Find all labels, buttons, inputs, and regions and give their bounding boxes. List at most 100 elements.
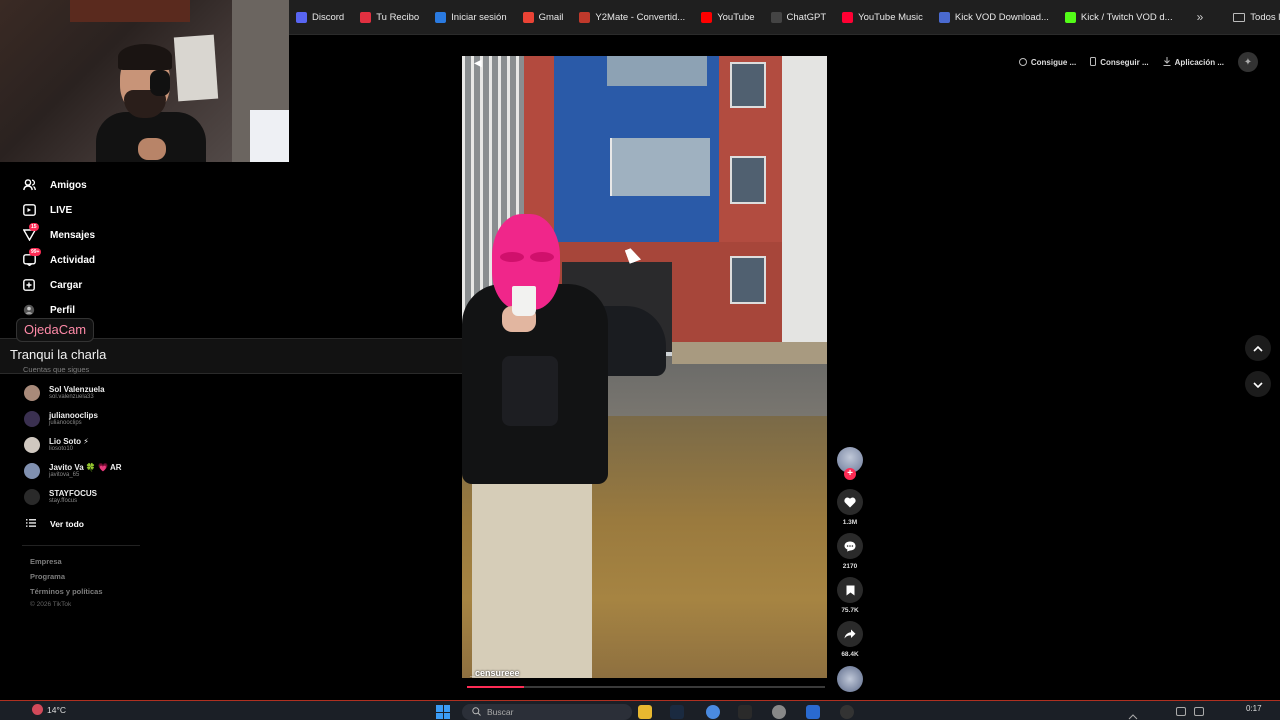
save-count: 75.7K	[841, 607, 859, 614]
phone-icon	[1090, 56, 1097, 68]
chrome-icon[interactable]	[706, 705, 720, 719]
list-icon	[26, 519, 36, 529]
account-handle: julianooclips	[49, 420, 82, 426]
chatgpt-icon	[770, 11, 782, 23]
footer-link-terms[interactable]: Términos y políticas	[30, 587, 103, 596]
avatar	[24, 463, 40, 479]
all-bookmarks-folder[interactable]: Todos los marcadores	[1225, 0, 1280, 34]
avatar	[24, 437, 40, 453]
webcam-headset	[150, 70, 170, 96]
webcam-streamer-hand	[138, 138, 166, 160]
sidebar-item-profile[interactable]: Perfil	[22, 303, 75, 317]
chevron-up-icon[interactable]	[1128, 707, 1138, 720]
share-count: 68.4K	[841, 651, 859, 658]
overlay-name: OjedaCam	[16, 318, 95, 342]
video-mask-eye	[530, 252, 554, 262]
profile-icon	[22, 303, 36, 317]
save-button[interactable]: 75.7K	[836, 577, 864, 614]
bookmark-chatgpt[interactable]: ChatGPT	[763, 0, 835, 34]
divider	[22, 545, 140, 546]
bookmark-kick[interactable]: Kick / Twitch VOD d...	[1057, 0, 1181, 34]
bookmark-label: Gmail	[538, 11, 564, 23]
bookmark-icon	[360, 11, 372, 23]
video-window	[607, 56, 707, 86]
follow-plus-icon[interactable]: +	[844, 468, 856, 480]
previous-video-button[interactable]	[1245, 335, 1271, 361]
bookmark-gmail[interactable]: Gmail	[515, 0, 572, 34]
like-button[interactable]: 1.3M	[836, 489, 864, 526]
divider	[288, 34, 1280, 35]
epic-games-icon[interactable]	[738, 705, 752, 719]
sidebar-item-upload[interactable]: Cargar	[22, 278, 82, 292]
weather-icon	[32, 704, 43, 715]
weather-widget[interactable]: 14°C	[32, 704, 66, 715]
live-icon	[22, 203, 36, 217]
sidebar-item-label: Mensajes	[50, 229, 96, 241]
following-heading: Cuentas que sigues	[23, 365, 90, 374]
bookmark-youtube-music[interactable]: YouTube Music	[834, 0, 931, 34]
avatar	[24, 489, 40, 505]
app-icon[interactable]	[840, 705, 854, 719]
desktop-app-button[interactable]: Aplicación ...	[1163, 56, 1224, 68]
sidebar-item-label: Actividad	[50, 254, 96, 266]
followed-account[interactable]: Lio Soto ⚡ liosoto10	[24, 437, 89, 453]
sidebar	[0, 162, 288, 700]
y2mate-icon	[579, 11, 591, 23]
get-app-button[interactable]: Conseguir ...	[1090, 56, 1149, 68]
bookmark-label: YouTube	[717, 11, 755, 23]
followed-account[interactable]: Sol Valenzuela sol.valenzuela33	[24, 385, 105, 401]
footer-link-empresa[interactable]: Empresa	[30, 557, 62, 566]
sidebar-item-live[interactable]: LIVE	[22, 203, 72, 217]
bookmark-label: Discord	[312, 11, 345, 23]
bookmark-label: YouTube Music	[858, 11, 923, 23]
get-coins-button[interactable]: Consigue ...	[1018, 58, 1076, 67]
account-name: Lio Soto ⚡	[49, 437, 89, 446]
network-icon[interactable]	[1176, 707, 1186, 716]
bookmark-bookmark[interactable]: Tu Recibo	[352, 0, 427, 34]
download-icon	[1163, 56, 1171, 68]
bookmarks-overflow-icon[interactable]: »	[1187, 10, 1214, 24]
taskbar-search[interactable]: Buscar	[462, 704, 632, 720]
sidebar-item-messages[interactable]: 15 Mensajes	[22, 223, 96, 242]
bookmark-discord[interactable]: Discord	[288, 0, 352, 34]
share-button[interactable]: 68.4K	[836, 621, 864, 658]
followed-account[interactable]: STAYFOCUS stay.ffocus	[24, 489, 97, 505]
steam-icon[interactable]	[670, 705, 684, 719]
followed-account[interactable]: julianooclips julianooclips	[24, 411, 98, 427]
messages-icon: 15	[22, 223, 39, 242]
account-avatar[interactable]: ✦	[1238, 52, 1258, 72]
video-progress-bar[interactable]	[467, 686, 825, 688]
overlay-caption: Tranqui la charla	[10, 347, 107, 362]
webcam-shelf	[70, 0, 190, 22]
video-player[interactable]: ◀ _censureee	[462, 56, 827, 678]
next-video-button[interactable]	[1245, 371, 1271, 397]
account-handle: sol.valenzuela33	[49, 394, 94, 400]
bookmark-y2mate[interactable]: Y2Mate - Convertid...	[571, 0, 693, 34]
kick-vod-icon	[938, 11, 950, 23]
sidebar-item-friends[interactable]: Amigos	[22, 178, 87, 192]
user-icon: ✦	[1243, 56, 1253, 68]
file-explorer-icon[interactable]	[638, 705, 652, 719]
volume-icon[interactable]	[1194, 707, 1204, 716]
avatar	[24, 411, 40, 427]
bookmarks-bar: Discord Tu Recibo Iniciar sesión Gmail Y2Mat…	[288, 0, 1280, 34]
music-disc-avatar[interactable]	[837, 666, 863, 692]
outlook-icon[interactable]	[806, 705, 820, 719]
sidebar-item-activity[interactable]: 99+ Actividad	[22, 248, 96, 267]
footer-link-programa[interactable]: Programa	[30, 572, 65, 581]
volume-icon[interactable]: ◀	[474, 58, 482, 69]
followed-account[interactable]: Javito Va 🍀 💗 AR javitova_65	[24, 463, 122, 479]
see-all-button[interactable]: Ver todo	[26, 519, 84, 529]
obs-icon[interactable]	[772, 705, 786, 719]
comment-button[interactable]: 2170	[836, 533, 864, 570]
video-username[interactable]: _censureee	[470, 668, 520, 678]
comment-icon	[837, 533, 863, 559]
windows-start-icon[interactable]	[436, 705, 450, 719]
clock[interactable]: 0:17	[1246, 704, 1262, 713]
bookmark-kick-vod[interactable]: Kick VOD Download...	[931, 0, 1057, 34]
gmail-icon	[522, 11, 534, 23]
webcam-streamer-hair	[118, 44, 172, 70]
bookmark-login[interactable]: Iniciar sesión	[427, 0, 514, 34]
bookmark-youtube[interactable]: YouTube	[693, 0, 762, 34]
account-name: STAYFOCUS	[49, 489, 98, 498]
